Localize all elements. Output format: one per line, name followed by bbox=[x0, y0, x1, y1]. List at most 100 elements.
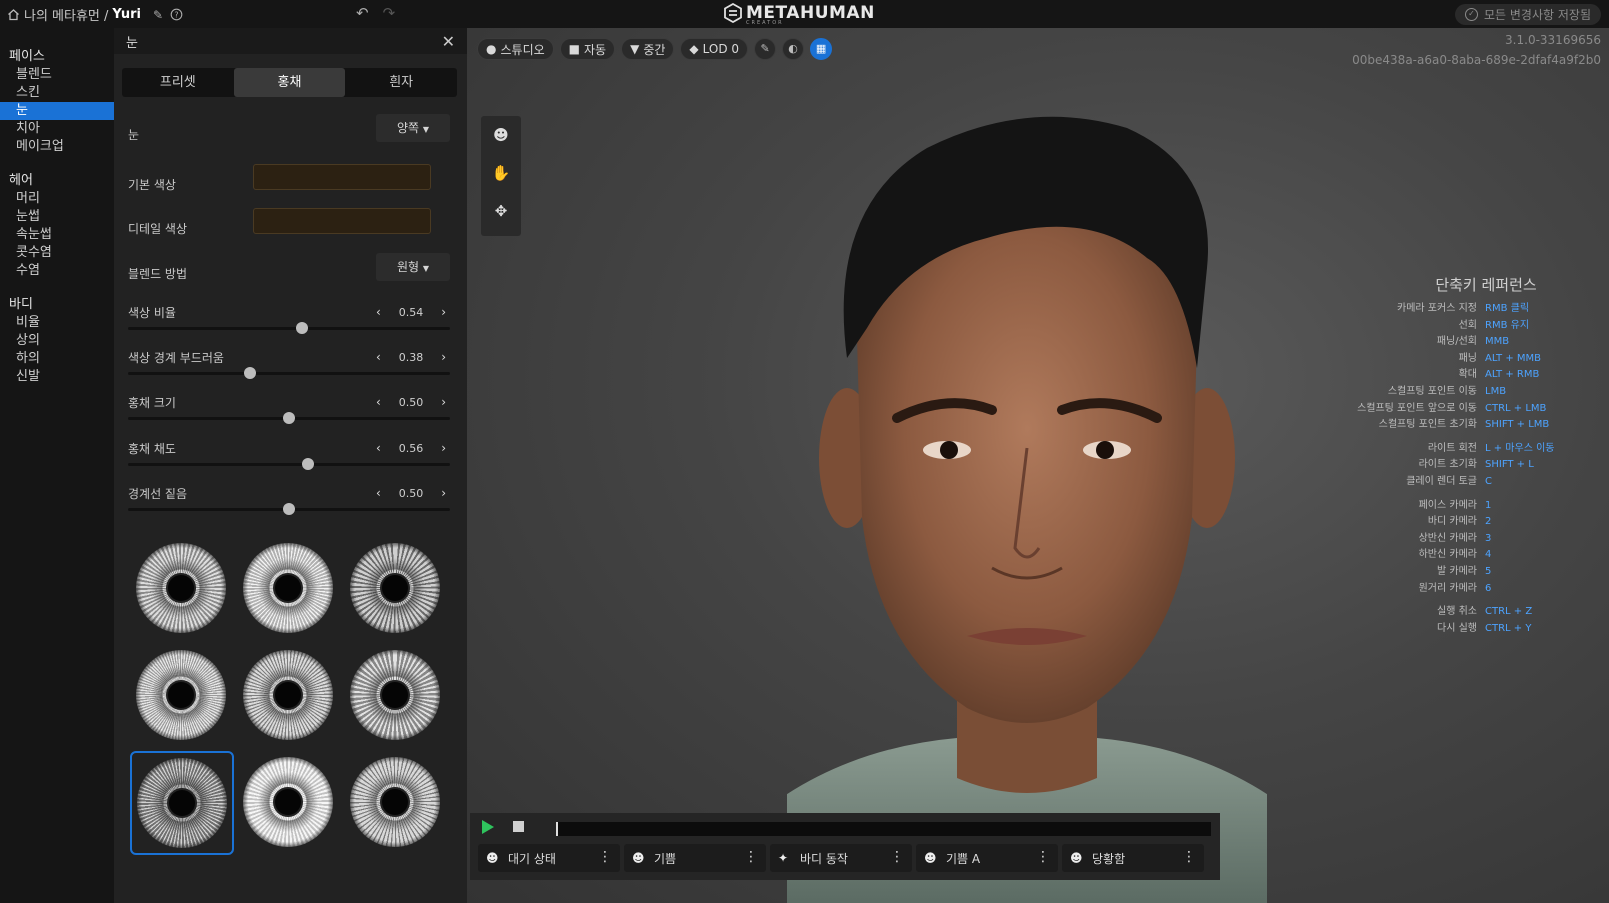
clay-render-toggle-icon[interactable]: ◐ bbox=[782, 38, 805, 60]
more-options-icon[interactable]: ⋮ bbox=[890, 849, 904, 865]
play-icon[interactable] bbox=[482, 820, 494, 834]
redo-icon[interactable]: ↷ bbox=[383, 4, 396, 22]
brush-toggle-icon[interactable]: ✎ bbox=[754, 38, 777, 60]
nav-item-makeup[interactable]: 메이크업 bbox=[0, 138, 114, 156]
anim-preset-joy-a[interactable]: ☻ 기쁨 A ⋮ bbox=[916, 844, 1058, 872]
anim-preset-body-motion[interactable]: ✦ 바디 동작 ⋮ bbox=[770, 844, 912, 872]
nav-group-face[interactable]: 페이스 bbox=[0, 48, 114, 66]
chevron-right-icon[interactable]: › bbox=[437, 441, 450, 455]
iris-preset-swatch[interactable] bbox=[344, 644, 448, 748]
more-options-icon[interactable]: ⋮ bbox=[598, 849, 612, 865]
home-icon[interactable] bbox=[6, 8, 20, 22]
shortcut-action: 발 카메라 bbox=[1437, 565, 1477, 577]
move-region-icon[interactable]: ✋ bbox=[481, 154, 521, 192]
lighting-dropdown[interactable]: ● 스튜디오 bbox=[477, 38, 554, 60]
nav-item-eyes[interactable]: 눈 bbox=[0, 102, 114, 120]
slider-thumb[interactable] bbox=[295, 322, 308, 334]
detail-color-swatch[interactable] bbox=[253, 208, 431, 234]
nav-item-mustache[interactable]: 콧수염 bbox=[0, 244, 114, 262]
slider-thumb[interactable] bbox=[244, 367, 257, 379]
chevron-right-icon[interactable]: › bbox=[437, 350, 450, 364]
stop-icon[interactable] bbox=[513, 821, 524, 832]
undo-icon[interactable]: ↶ bbox=[356, 4, 369, 22]
anim-preset-embarrassed[interactable]: ☻ 당황함 ⋮ bbox=[1062, 844, 1204, 872]
shortcut-row: 스컬프팅 포인트 이동 LMB bbox=[1305, 384, 1607, 401]
nav-item-top[interactable]: 상의 bbox=[0, 332, 114, 350]
tab-iris[interactable]: 홍채 bbox=[233, 68, 346, 97]
iris-preset-swatch[interactable] bbox=[237, 751, 341, 855]
iris-preset-swatch[interactable] bbox=[344, 537, 448, 641]
shortcut-key: 4 bbox=[1485, 549, 1492, 561]
light-bulb-icon: ● bbox=[486, 42, 497, 56]
slider-value[interactable]: 0.50 bbox=[399, 396, 424, 409]
slider-value[interactable]: 0.56 bbox=[399, 442, 424, 455]
chevron-left-icon[interactable]: ‹ bbox=[372, 395, 385, 409]
nav-group-hair[interactable]: 헤어 bbox=[0, 172, 114, 190]
slider-thumb[interactable] bbox=[302, 458, 315, 470]
nav-item-blend[interactable]: 블렌드 bbox=[0, 66, 114, 84]
slider-value[interactable]: 0.50 bbox=[399, 487, 424, 500]
base-color-swatch[interactable] bbox=[253, 164, 431, 190]
edit-icon[interactable]: ✎ bbox=[151, 8, 165, 22]
iris-preset-swatch[interactable] bbox=[344, 751, 448, 855]
chevron-left-icon[interactable]: ‹ bbox=[372, 350, 385, 364]
lod-dropdown[interactable]: ◆ LOD 0 bbox=[680, 38, 749, 60]
tab-sclera[interactable]: 흰자 bbox=[345, 68, 457, 97]
face-icon: ☻ bbox=[486, 851, 499, 865]
iris-preset-swatch[interactable] bbox=[130, 537, 234, 641]
slider-track[interactable] bbox=[128, 327, 450, 330]
shortcut-action: 확대 bbox=[1458, 369, 1477, 381]
nav-item-head-hair[interactable]: 머리 bbox=[0, 190, 114, 208]
face-icon: ☻ bbox=[1070, 851, 1083, 865]
slider-track[interactable] bbox=[128, 372, 450, 375]
anim-preset-idle[interactable]: ☻ 대기 상태 ⋮ bbox=[478, 844, 620, 872]
nav-item-eyelashes[interactable]: 속눈썹 bbox=[0, 226, 114, 244]
more-options-icon[interactable]: ⋮ bbox=[1036, 849, 1050, 865]
nav-item-teeth[interactable]: 치아 bbox=[0, 120, 114, 138]
slider-value[interactable]: 0.54 bbox=[399, 306, 424, 319]
breadcrumb-home-link[interactable]: 나의 메타휴먼 / bbox=[24, 5, 108, 24]
chevron-left-icon[interactable]: ‹ bbox=[372, 305, 385, 319]
close-icon[interactable]: ✕ bbox=[442, 32, 455, 51]
panel-header: 눈 ✕ bbox=[114, 28, 467, 54]
iris-preset-swatch[interactable] bbox=[237, 537, 341, 641]
slider-color-ratio: 색상 비율 ‹ 0.54 › bbox=[128, 304, 450, 334]
nav-item-proportions[interactable]: 비율 bbox=[0, 314, 114, 332]
more-options-icon[interactable]: ⋮ bbox=[1182, 849, 1196, 865]
slider-value[interactable]: 0.38 bbox=[399, 351, 424, 364]
chevron-left-icon[interactable]: ‹ bbox=[372, 486, 385, 500]
face-sculpt-icon[interactable]: ☻ bbox=[481, 116, 521, 154]
quality-dropdown[interactable]: ▼ 중간 bbox=[621, 38, 675, 60]
timeline-scrubber[interactable] bbox=[556, 822, 1211, 836]
3d-viewport[interactable]: ● 스튜디오 ■ 자동 ▼ 중간 ◆ LOD 0 ✎ ◐ ▦ 3.1.0-331… bbox=[467, 28, 1609, 903]
iris-preset-swatch[interactable] bbox=[237, 644, 341, 748]
slider-thumb[interactable] bbox=[283, 412, 295, 424]
blend-method-label: 블렌드 방법 bbox=[128, 267, 188, 281]
move-icon[interactable]: ✥ bbox=[481, 192, 521, 230]
camera-dropdown[interactable]: ■ 자동 bbox=[559, 38, 616, 60]
chevron-right-icon[interactable]: › bbox=[437, 305, 450, 319]
chevron-right-icon[interactable]: › bbox=[437, 486, 450, 500]
iris-preset-swatch[interactable] bbox=[130, 751, 234, 855]
nav-group-body[interactable]: 바디 bbox=[0, 296, 114, 314]
slider-thumb[interactable] bbox=[283, 503, 295, 515]
nav-item-shoes[interactable]: 신발 bbox=[0, 368, 114, 386]
eye-side-row: 눈 양쪽 ▼ bbox=[128, 114, 450, 143]
nav-item-skin[interactable]: 스킨 bbox=[0, 84, 114, 102]
nav-item-bottom[interactable]: 하의 bbox=[0, 350, 114, 368]
slider-track[interactable] bbox=[128, 463, 450, 466]
chevron-right-icon[interactable]: › bbox=[437, 395, 450, 409]
keyboard-shortcuts-toggle-icon[interactable]: ▦ bbox=[810, 38, 833, 60]
nav-item-eyebrows[interactable]: 눈썹 bbox=[0, 208, 114, 226]
eye-side-dropdown[interactable]: 양쪽 ▼ bbox=[376, 114, 450, 142]
tab-presets[interactable]: 프리셋 bbox=[122, 68, 234, 97]
help-icon[interactable]: ? bbox=[169, 8, 183, 22]
anim-preset-joy[interactable]: ☻ 기쁨 ⋮ bbox=[624, 844, 766, 872]
value-stepper: ‹ 0.54 › bbox=[372, 304, 450, 320]
more-options-icon[interactable]: ⋮ bbox=[744, 849, 758, 865]
nav-item-beard[interactable]: 수염 bbox=[0, 262, 114, 280]
chevron-left-icon[interactable]: ‹ bbox=[372, 441, 385, 455]
blend-method-dropdown[interactable]: 원형 ▼ bbox=[376, 253, 450, 281]
quality-value: 중간 bbox=[643, 42, 666, 57]
iris-preset-swatch[interactable] bbox=[130, 644, 234, 748]
